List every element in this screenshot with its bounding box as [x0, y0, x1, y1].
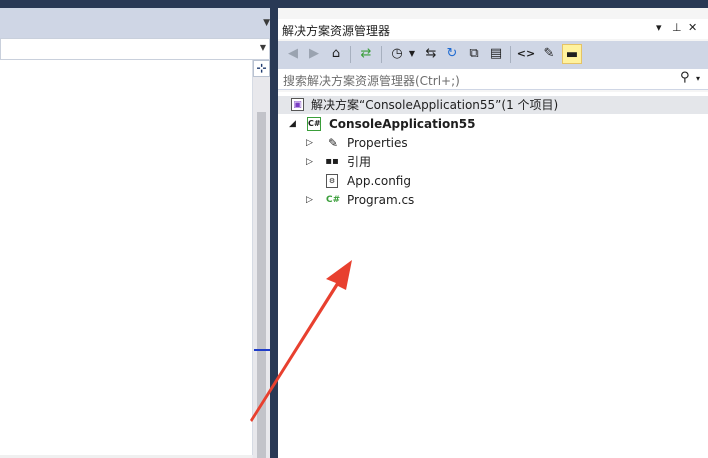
red-arrow-icon [250, 260, 352, 422]
visual-studio-window: ▼ ▼ ⊹ 解决方案资源管理器 ▾ ⊥ ✕ ◀ ▶ ⌂ ⇄ ◷ ▼ ⇆ ↻ ⧉ … [0, 0, 708, 458]
annotation-arrow [250, 260, 352, 422]
